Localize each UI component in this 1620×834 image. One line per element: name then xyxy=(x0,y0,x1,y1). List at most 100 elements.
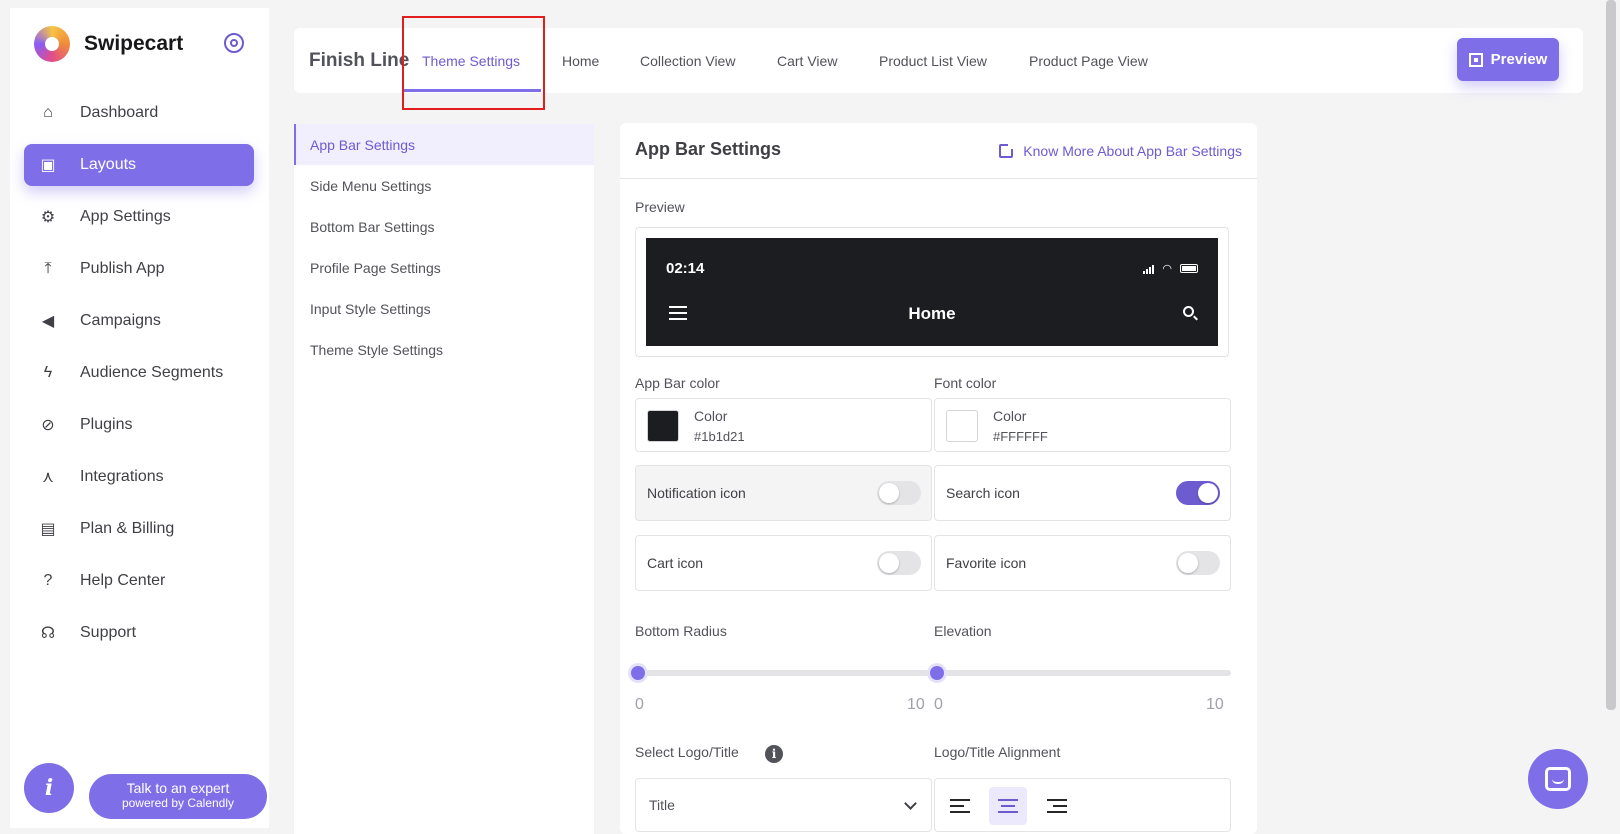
sidebar-item-label: Plan & Billing xyxy=(80,520,175,537)
chat-support-button[interactable] xyxy=(1528,749,1588,809)
sidebar-item-campaigns[interactable]: ◀ Campaigns xyxy=(24,300,254,342)
tab-collection-view[interactable]: Collection View xyxy=(640,53,735,69)
sidebar-nav: ⌂ Dashboard ▣ Layouts ⚙ App Settings ⤒ P… xyxy=(24,92,254,664)
color-hex: #1b1d21 xyxy=(694,429,745,444)
sidebar-item-label: Integrations xyxy=(80,468,164,485)
notification-icon-toggle[interactable] xyxy=(877,481,921,505)
sidebar-item-plan-billing[interactable]: ▤ Plan & Billing xyxy=(24,508,254,550)
app-bar-color-label: App Bar color xyxy=(635,375,720,391)
highlight-box xyxy=(402,16,545,110)
sidebar-item-label: Layouts xyxy=(80,156,137,173)
slider-thumb[interactable] xyxy=(631,666,645,680)
elevation-slider[interactable] xyxy=(930,666,1231,680)
slider-min: 0 xyxy=(635,696,644,713)
gear-icon: ⚙ xyxy=(40,209,56,226)
layouts-icon: ▣ xyxy=(40,157,56,174)
phone-title: Home xyxy=(908,304,956,323)
logo-title-alignment-label: Logo/Title Alignment xyxy=(934,744,1061,760)
sidebar-item-audience-segments[interactable]: ϟ Audience Segments xyxy=(24,352,254,394)
sidebar-item-publish-app[interactable]: ⤒ Publish App xyxy=(24,248,254,290)
upload-icon: ⤒ xyxy=(44,260,52,277)
slider-min: 0 xyxy=(934,696,943,713)
alignment-options xyxy=(934,778,1231,832)
sidebar-item-label: Help Center xyxy=(80,572,166,589)
bottom-radius-label: Bottom Radius xyxy=(635,623,727,639)
favorite-icon-toggle[interactable] xyxy=(1176,551,1220,575)
font-color-label: Font color xyxy=(934,375,997,391)
sidebar-item-integrations[interactable]: ⋏ Integrations xyxy=(24,456,254,498)
menu-item-side-menu-settings[interactable]: Side Menu Settings xyxy=(294,165,594,206)
phone-app-bar: 02:14 ◠ Home xyxy=(646,238,1218,346)
help-icon: ? xyxy=(43,572,53,589)
preview-button-label: Preview xyxy=(1490,51,1548,68)
notification-icon-setting: Notification icon xyxy=(635,465,932,521)
menu-item-input-style-settings[interactable]: Input Style Settings xyxy=(294,288,594,329)
sidebar-item-app-settings[interactable]: ⚙ App Settings xyxy=(24,196,254,238)
sidebar-item-help-center[interactable]: ? Help Center xyxy=(24,560,254,602)
info-button[interactable]: i xyxy=(24,763,74,813)
tab-product-page-view[interactable]: Product Page View xyxy=(1029,53,1148,69)
toggle-label: Favorite icon xyxy=(946,555,1027,571)
status-icons: ◠ xyxy=(1143,262,1198,275)
sidebar-item-label: Plugins xyxy=(80,416,133,433)
toggle-label: Cart icon xyxy=(647,555,704,571)
network-icon: ⋏ xyxy=(42,469,54,486)
sidebar-item-layouts[interactable]: ▣ Layouts xyxy=(24,144,254,186)
sidebar-item-plugins[interactable]: ⊘ Plugins xyxy=(24,404,254,446)
color-label: Color xyxy=(993,408,1027,424)
page-scrollbar[interactable] xyxy=(1606,0,1616,710)
sidebar-item-dashboard[interactable]: ⌂ Dashboard xyxy=(24,92,254,134)
menu-item-bottom-bar-settings[interactable]: Bottom Bar Settings xyxy=(294,206,594,247)
megaphone-icon: ◀ xyxy=(41,313,55,330)
app-name: Finish Line xyxy=(309,50,410,71)
logo-title-select[interactable]: Title xyxy=(635,778,932,832)
know-more-label: Know More About App Bar Settings xyxy=(1023,143,1242,159)
menu-item-app-bar-settings[interactable]: App Bar Settings xyxy=(294,124,594,165)
align-center-button[interactable] xyxy=(989,787,1027,825)
home-icon: ⌂ xyxy=(43,104,53,121)
select-value: Title xyxy=(649,797,675,813)
battery-icon xyxy=(1180,264,1198,273)
menu-item-theme-style-settings[interactable]: Theme Style Settings xyxy=(294,329,594,370)
headset-icon: ☊ xyxy=(40,625,56,642)
external-link-icon xyxy=(999,143,1015,158)
tab-cart-view[interactable]: Cart View xyxy=(777,53,837,69)
cart-icon-setting: Cart icon xyxy=(635,535,932,591)
sidebar-item-label: Publish App xyxy=(80,260,165,277)
target-icon[interactable] xyxy=(224,33,244,53)
font-color-picker[interactable]: Color #FFFFFF xyxy=(934,398,1231,452)
cart-icon-toggle[interactable] xyxy=(877,551,921,575)
brand[interactable]: Swipecart xyxy=(34,26,183,62)
sidebar-item-support[interactable]: ☊ Support xyxy=(24,612,254,654)
phone-time: 02:14 xyxy=(666,260,705,277)
sidebar-item-label: Dashboard xyxy=(80,104,159,121)
align-right-button[interactable] xyxy=(1038,787,1076,825)
align-left-button[interactable] xyxy=(941,787,979,825)
tab-product-list-view[interactable]: Product List View xyxy=(879,53,987,69)
sidebar-item-label: Support xyxy=(80,624,137,641)
search-icon-toggle[interactable] xyxy=(1176,481,1220,505)
brand-name: Swipecart xyxy=(84,32,184,55)
select-logo-title-label: Select Logo/Title xyxy=(635,744,739,760)
menu-item-profile-page-settings[interactable]: Profile Page Settings xyxy=(294,247,594,288)
expert-subtitle: powered by Calendly xyxy=(121,796,235,810)
bottom-radius-slider[interactable] xyxy=(631,666,932,680)
app-bar-color-picker[interactable]: Color #1b1d21 xyxy=(635,398,932,452)
know-more-link[interactable]: Know More About App Bar Settings xyxy=(999,143,1242,159)
tab-home[interactable]: Home xyxy=(562,53,599,69)
chevron-down-icon xyxy=(904,797,917,810)
plug-icon: ⊘ xyxy=(41,417,55,434)
preview-button[interactable]: Preview xyxy=(1457,38,1559,81)
app-bar-color-swatch[interactable] xyxy=(647,410,679,442)
lightning-icon: ϟ xyxy=(43,364,53,381)
qr-code-icon xyxy=(1468,52,1483,67)
search-icon-setting: Search icon xyxy=(934,465,1231,521)
favorite-icon-setting: Favorite icon xyxy=(934,535,1231,591)
toggle-label: Notification icon xyxy=(647,485,746,501)
slider-thumb[interactable] xyxy=(930,666,944,680)
font-color-swatch[interactable] xyxy=(946,410,978,442)
preview-label: Preview xyxy=(635,199,685,215)
info-icon[interactable]: i xyxy=(765,745,783,763)
wifi-icon: ◠ xyxy=(1162,263,1172,275)
talk-to-expert-button[interactable]: Talk to an expert powered by Calendly xyxy=(89,774,267,819)
